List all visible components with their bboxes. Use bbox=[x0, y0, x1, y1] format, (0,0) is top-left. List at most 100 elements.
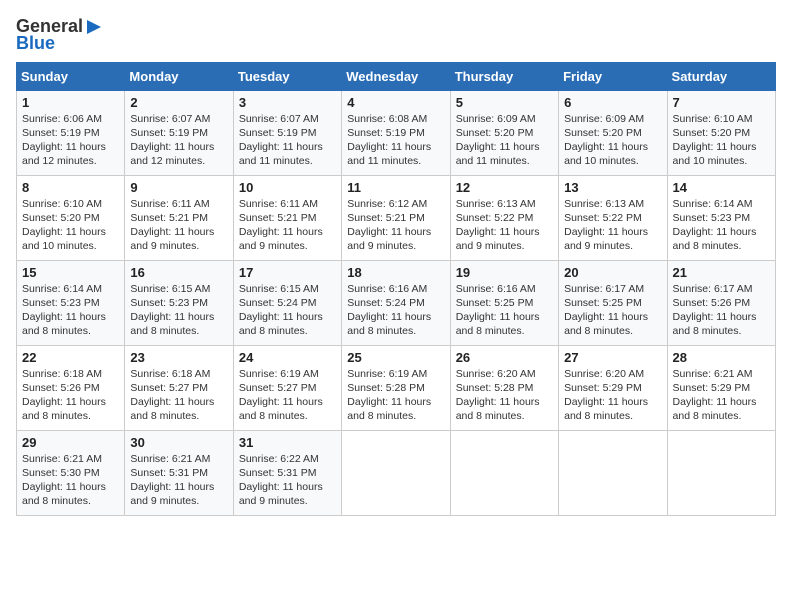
day-info: Sunrise: 6:22 AM Sunset: 5:31 PM Dayligh… bbox=[239, 452, 336, 509]
calendar-cell: 6Sunrise: 6:09 AM Sunset: 5:20 PM Daylig… bbox=[559, 90, 667, 175]
day-info: Sunrise: 6:19 AM Sunset: 5:28 PM Dayligh… bbox=[347, 367, 444, 424]
day-number: 8 bbox=[22, 180, 119, 195]
calendar-cell bbox=[450, 430, 558, 515]
weekday-header-sunday: Sunday bbox=[17, 62, 125, 90]
calendar-cell bbox=[342, 430, 450, 515]
day-number: 12 bbox=[456, 180, 553, 195]
calendar-cell: 2 Sunrise: 6:07 AM Sunset: 5:19 PM Daylig… bbox=[125, 90, 233, 175]
day-number: 7 bbox=[673, 95, 770, 110]
weekday-header-saturday: Saturday bbox=[667, 62, 775, 90]
calendar-cell: 11 Sunrise: 6:12 AM Sunset: 5:21 PM Dayli… bbox=[342, 175, 450, 260]
day-info: Sunrise: 6:14 AM Sunset: 5:23 PM Dayligh… bbox=[22, 282, 119, 339]
day-number: 26 bbox=[456, 350, 553, 365]
page-header: General Blue bbox=[16, 16, 776, 54]
calendar-week-row: 1Sunrise: 6:06 AM Sunset: 5:19 PM Daylig… bbox=[17, 90, 776, 175]
day-number: 24 bbox=[239, 350, 336, 365]
day-number: 13 bbox=[564, 180, 661, 195]
day-number: 22 bbox=[22, 350, 119, 365]
day-info: Sunrise: 6:18 AM Sunset: 5:26 PM Dayligh… bbox=[22, 367, 119, 424]
calendar-cell: 4Sunrise: 6:08 AM Sunset: 5:19 PM Daylig… bbox=[342, 90, 450, 175]
day-info: Sunrise: 6:19 AM Sunset: 5:27 PM Dayligh… bbox=[239, 367, 336, 424]
day-number: 31 bbox=[239, 435, 336, 450]
day-info: Sunrise: 6:07 AM Sunset: 5:19 PM Dayligh… bbox=[130, 112, 227, 169]
calendar-cell: 12 Sunrise: 6:13 AM Sunset: 5:22 PM Dayli… bbox=[450, 175, 558, 260]
calendar-cell: 8 Sunrise: 6:10 AM Sunset: 5:20 PM Daylig… bbox=[17, 175, 125, 260]
calendar-week-row: 22 Sunrise: 6:18 AM Sunset: 5:26 PM Dayli… bbox=[17, 345, 776, 430]
calendar-cell: 29 Sunrise: 6:21 AM Sunset: 5:30 PM Dayli… bbox=[17, 430, 125, 515]
calendar-cell: 7 Sunrise: 6:10 AM Sunset: 5:20 PM Daylig… bbox=[667, 90, 775, 175]
day-number: 6 bbox=[564, 95, 661, 110]
weekday-header-thursday: Thursday bbox=[450, 62, 558, 90]
calendar-cell: 15 Sunrise: 6:14 AM Sunset: 5:23 PM Dayli… bbox=[17, 260, 125, 345]
day-number: 5 bbox=[456, 95, 553, 110]
day-info: Sunrise: 6:10 AM Sunset: 5:20 PM Dayligh… bbox=[673, 112, 770, 169]
weekday-header-row: SundayMondayTuesdayWednesdayThursdayFrid… bbox=[17, 62, 776, 90]
day-info: Sunrise: 6:06 AM Sunset: 5:19 PM Dayligh… bbox=[22, 112, 119, 169]
day-info: Sunrise: 6:09 AM Sunset: 5:20 PM Dayligh… bbox=[456, 112, 553, 169]
day-info: Sunrise: 6:10 AM Sunset: 5:20 PM Dayligh… bbox=[22, 197, 119, 254]
calendar-cell: 3 Sunrise: 6:07 AM Sunset: 5:19 PM Daylig… bbox=[233, 90, 341, 175]
day-info: Sunrise: 6:13 AM Sunset: 5:22 PM Dayligh… bbox=[564, 197, 661, 254]
day-number: 3 bbox=[239, 95, 336, 110]
day-info: Sunrise: 6:18 AM Sunset: 5:27 PM Dayligh… bbox=[130, 367, 227, 424]
day-info: Sunrise: 6:20 AM Sunset: 5:29 PM Dayligh… bbox=[564, 367, 661, 424]
day-number: 10 bbox=[239, 180, 336, 195]
logo: General Blue bbox=[16, 16, 105, 54]
day-number: 21 bbox=[673, 265, 770, 280]
day-number: 11 bbox=[347, 180, 444, 195]
day-number: 29 bbox=[22, 435, 119, 450]
day-number: 2 bbox=[130, 95, 227, 110]
day-number: 30 bbox=[130, 435, 227, 450]
day-info: Sunrise: 6:08 AM Sunset: 5:19 PM Dayligh… bbox=[347, 112, 444, 169]
calendar-table: SundayMondayTuesdayWednesdayThursdayFrid… bbox=[16, 62, 776, 516]
calendar-cell: 26 Sunrise: 6:20 AM Sunset: 5:28 PM Dayli… bbox=[450, 345, 558, 430]
day-number: 27 bbox=[564, 350, 661, 365]
day-info: Sunrise: 6:21 AM Sunset: 5:31 PM Dayligh… bbox=[130, 452, 227, 509]
calendar-cell: 1Sunrise: 6:06 AM Sunset: 5:19 PM Daylig… bbox=[17, 90, 125, 175]
calendar-cell: 9Sunrise: 6:11 AM Sunset: 5:21 PM Daylig… bbox=[125, 175, 233, 260]
day-info: Sunrise: 6:20 AM Sunset: 5:28 PM Dayligh… bbox=[456, 367, 553, 424]
day-number: 15 bbox=[22, 265, 119, 280]
calendar-cell: 22 Sunrise: 6:18 AM Sunset: 5:26 PM Dayli… bbox=[17, 345, 125, 430]
calendar-cell: 19 Sunrise: 6:16 AM Sunset: 5:25 PM Dayli… bbox=[450, 260, 558, 345]
day-info: Sunrise: 6:11 AM Sunset: 5:21 PM Dayligh… bbox=[239, 197, 336, 254]
logo-arrow-icon bbox=[83, 16, 105, 38]
calendar-cell: 5 Sunrise: 6:09 AM Sunset: 5:20 PM Daylig… bbox=[450, 90, 558, 175]
day-number: 19 bbox=[456, 265, 553, 280]
calendar-cell bbox=[559, 430, 667, 515]
calendar-cell: 21 Sunrise: 6:17 AM Sunset: 5:26 PM Dayli… bbox=[667, 260, 775, 345]
day-info: Sunrise: 6:16 AM Sunset: 5:24 PM Dayligh… bbox=[347, 282, 444, 339]
calendar-cell: 24 Sunrise: 6:19 AM Sunset: 5:27 PM Dayli… bbox=[233, 345, 341, 430]
day-info: Sunrise: 6:21 AM Sunset: 5:29 PM Dayligh… bbox=[673, 367, 770, 424]
day-info: Sunrise: 6:17 AM Sunset: 5:25 PM Dayligh… bbox=[564, 282, 661, 339]
calendar-cell: 23 Sunrise: 6:18 AM Sunset: 5:27 PM Dayli… bbox=[125, 345, 233, 430]
day-number: 25 bbox=[347, 350, 444, 365]
day-info: Sunrise: 6:11 AM Sunset: 5:21 PM Dayligh… bbox=[130, 197, 227, 254]
calendar-cell: 27 Sunrise: 6:20 AM Sunset: 5:29 PM Dayli… bbox=[559, 345, 667, 430]
day-info: Sunrise: 6:14 AM Sunset: 5:23 PM Dayligh… bbox=[673, 197, 770, 254]
calendar-week-row: 29 Sunrise: 6:21 AM Sunset: 5:30 PM Dayli… bbox=[17, 430, 776, 515]
calendar-cell: 25 Sunrise: 6:19 AM Sunset: 5:28 PM Dayli… bbox=[342, 345, 450, 430]
day-number: 23 bbox=[130, 350, 227, 365]
calendar-cell: 18Sunrise: 6:16 AM Sunset: 5:24 PM Dayli… bbox=[342, 260, 450, 345]
day-number: 14 bbox=[673, 180, 770, 195]
day-info: Sunrise: 6:17 AM Sunset: 5:26 PM Dayligh… bbox=[673, 282, 770, 339]
calendar-cell: 13 Sunrise: 6:13 AM Sunset: 5:22 PM Dayli… bbox=[559, 175, 667, 260]
day-info: Sunrise: 6:15 AM Sunset: 5:24 PM Dayligh… bbox=[239, 282, 336, 339]
calendar-week-row: 15 Sunrise: 6:14 AM Sunset: 5:23 PM Dayli… bbox=[17, 260, 776, 345]
calendar-cell bbox=[667, 430, 775, 515]
calendar-cell: 20Sunrise: 6:17 AM Sunset: 5:25 PM Dayli… bbox=[559, 260, 667, 345]
day-number: 28 bbox=[673, 350, 770, 365]
day-info: Sunrise: 6:12 AM Sunset: 5:21 PM Dayligh… bbox=[347, 197, 444, 254]
weekday-header-wednesday: Wednesday bbox=[342, 62, 450, 90]
calendar-cell: 28 Sunrise: 6:21 AM Sunset: 5:29 PM Dayli… bbox=[667, 345, 775, 430]
day-info: Sunrise: 6:15 AM Sunset: 5:23 PM Dayligh… bbox=[130, 282, 227, 339]
day-info: Sunrise: 6:13 AM Sunset: 5:22 PM Dayligh… bbox=[456, 197, 553, 254]
day-info: Sunrise: 6:07 AM Sunset: 5:19 PM Dayligh… bbox=[239, 112, 336, 169]
calendar-cell: 10 Sunrise: 6:11 AM Sunset: 5:21 PM Dayli… bbox=[233, 175, 341, 260]
calendar-cell: 30 Sunrise: 6:21 AM Sunset: 5:31 PM Dayli… bbox=[125, 430, 233, 515]
weekday-header-monday: Monday bbox=[125, 62, 233, 90]
day-info: Sunrise: 6:21 AM Sunset: 5:30 PM Dayligh… bbox=[22, 452, 119, 509]
day-info: Sunrise: 6:16 AM Sunset: 5:25 PM Dayligh… bbox=[456, 282, 553, 339]
weekday-header-friday: Friday bbox=[559, 62, 667, 90]
